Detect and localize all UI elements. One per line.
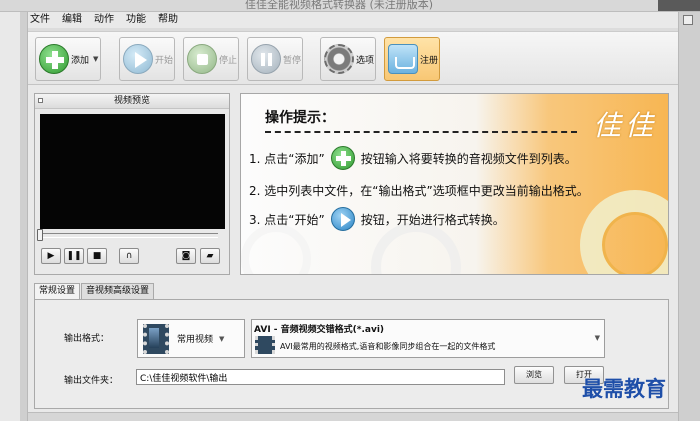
format-description: AVI最常用的视频格式,语音和影像同步组合在一起的文件格式 xyxy=(280,342,496,351)
stop-icon xyxy=(187,44,217,74)
tab-advanced-av-settings[interactable]: 音视频高级设置 xyxy=(81,283,155,299)
play-control-button[interactable]: ▶ xyxy=(41,248,61,264)
output-format-select[interactable]: AVI - 音频视频交错格式(*.avi) AVI最常用的视频格式,语音和影像同… xyxy=(251,319,605,358)
add-icon xyxy=(39,44,69,74)
operation-hint-panel: 操作提示： 佳佳 1. 点击“添加” 按钮输入将要转换的音视频文件到列表。 2.… xyxy=(240,93,669,275)
seek-bar[interactable] xyxy=(37,229,218,241)
menu-file[interactable]: 文件 xyxy=(28,12,52,28)
hint-step-2-text: 2. 选中列表中文件，在“输出格式”选项框中更改当前输出格式。 xyxy=(249,184,589,198)
film-icon xyxy=(255,336,275,354)
hint-step-1: 1. 点击“添加” 按钮输入将要转换的音视频文件到列表。 xyxy=(249,146,577,170)
hint-step-3-text-a: 3. 点击“开始” xyxy=(249,212,325,227)
title-bar: 佳佳全能视频格式转换器 (未注册版本) xyxy=(0,0,700,12)
add-icon xyxy=(330,146,355,170)
folder-icon: ▰ xyxy=(206,251,214,261)
register-button[interactable]: 注册 xyxy=(384,37,440,81)
hint-step-3: 3. 点击“开始” 按钮，开始进行格式转换。 xyxy=(249,207,505,231)
headphones-icon: ∩ xyxy=(125,251,133,261)
settings-tabs: 常规设置 音视频高级设置 xyxy=(34,283,155,300)
stop-control-button[interactable]: ■ xyxy=(87,248,107,264)
play-icon: ▶ xyxy=(47,251,55,261)
play-icon xyxy=(330,207,355,231)
add-button[interactable]: 添加 ▼ xyxy=(35,37,101,81)
volume-button[interactable]: ∩ xyxy=(119,248,139,264)
pause-icon xyxy=(251,44,281,74)
brand-logo: 佳佳 xyxy=(593,109,658,142)
status-strip xyxy=(28,412,678,421)
browse-button[interactable]: 浏览 xyxy=(514,366,554,384)
video-preview-panel: 视频预览 ▶ ❚❚ ■ ∩ ◙ ▰ xyxy=(34,93,230,275)
hint-step-1-text-b: 按钮输入将要转换的音视频文件到列表。 xyxy=(360,151,577,166)
pause-button[interactable]: 暂停 xyxy=(247,37,303,81)
options-button[interactable]: 选项 xyxy=(320,37,376,81)
hint-divider xyxy=(265,131,577,133)
lifebuoy-decoration xyxy=(580,190,668,274)
camera-icon: ◙ xyxy=(181,251,191,261)
format-title: AVI - 音频视频交错格式(*.avi) xyxy=(254,325,385,335)
hint-step-2: 2. 选中列表中文件，在“输出格式”选项框中更改当前输出格式。 xyxy=(249,182,589,199)
video-screen xyxy=(40,114,225,229)
restore-icon[interactable] xyxy=(683,15,693,25)
output-folder-input[interactable] xyxy=(136,369,505,385)
watermark: 最需教育 xyxy=(582,376,666,401)
window-controls[interactable] xyxy=(658,0,700,11)
preview-title: 视频预览 xyxy=(35,94,229,109)
window-right-frame xyxy=(678,12,700,421)
pause-control-button[interactable]: ❚❚ xyxy=(64,248,84,264)
stop-label: 停止 xyxy=(219,55,238,66)
hint-step-1-text-a: 1. 点击“添加” xyxy=(249,151,325,166)
toolbar: 添加 ▼ 开始 停止 暂停 选项 注册 xyxy=(28,31,678,85)
output-folder-label: 输出文件夹： xyxy=(64,376,119,386)
stop-button[interactable]: 停止 xyxy=(183,37,239,81)
menu-function[interactable]: 功能 xyxy=(124,12,148,28)
basket-icon xyxy=(388,44,418,74)
menu-action[interactable]: 动作 xyxy=(92,12,116,28)
start-label: 开始 xyxy=(155,55,174,66)
stop-icon: ■ xyxy=(92,251,102,261)
film-icon xyxy=(143,323,169,354)
format-category-select[interactable]: 常用视频 ▼ xyxy=(137,319,245,358)
seek-handle[interactable] xyxy=(37,229,43,241)
pause-label: 暂停 xyxy=(283,55,302,66)
chevron-down-icon[interactable]: ▼ xyxy=(93,55,98,63)
menu-help[interactable]: 帮助 xyxy=(156,12,180,28)
open-folder-button[interactable]: ▰ xyxy=(200,248,220,264)
hint-title: 操作提示： xyxy=(265,110,335,126)
add-label: 添加 xyxy=(71,55,90,66)
menu-edit[interactable]: 编辑 xyxy=(60,12,84,28)
output-format-label: 输出格式： xyxy=(64,334,110,344)
hint-step-3-text-b: 按钮，开始进行格式转换。 xyxy=(360,212,505,227)
tab-general-settings[interactable]: 常规设置 xyxy=(34,283,81,300)
play-icon xyxy=(123,44,153,74)
film-reel-decoration xyxy=(241,224,311,274)
chevron-down-icon[interactable]: ▼ xyxy=(595,334,600,342)
gear-icon xyxy=(324,44,354,74)
register-label: 注册 xyxy=(420,55,439,66)
window-title: 佳佳全能视频格式转换器 (未注册版本) xyxy=(245,0,434,11)
chevron-down-icon[interactable]: ▼ xyxy=(219,335,224,343)
options-label: 选项 xyxy=(356,55,375,66)
window-left-frame xyxy=(20,12,28,421)
snapshot-button[interactable]: ◙ xyxy=(176,248,196,264)
menu-bar: 文件 编辑 动作 功能 帮助 xyxy=(28,12,678,28)
panel-handle-icon xyxy=(38,98,43,103)
start-button[interactable]: 开始 xyxy=(119,37,175,81)
format-category-value: 常用视频 xyxy=(177,335,214,345)
pause-icon: ❚❚ xyxy=(66,251,82,261)
